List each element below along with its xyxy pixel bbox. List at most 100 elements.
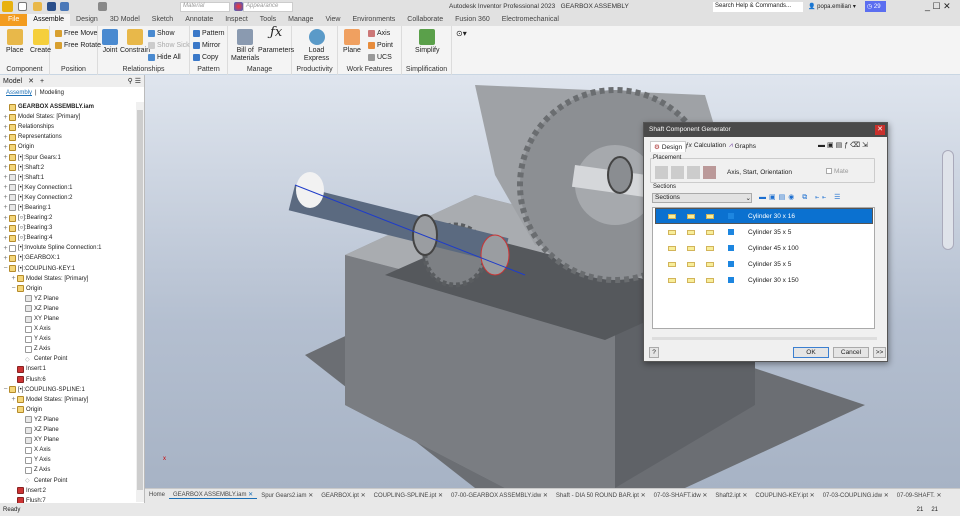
open-icon[interactable]	[33, 2, 42, 11]
browser-tree-item[interactable]: ◇ Center Point	[0, 475, 136, 485]
plane-button[interactable]: Plane	[343, 29, 361, 55]
tab-inspect[interactable]: Inspect	[219, 14, 254, 26]
expand-toggle[interactable]: +	[2, 215, 9, 222]
expand-toggle[interactable]: −	[2, 265, 9, 272]
expand-toggle[interactable]: −	[2, 386, 9, 393]
browser-tree-item[interactable]: − [•]:COUPLING-KEY:1	[0, 264, 136, 274]
browser-tree-item[interactable]: − [•]:COUPLING-SPLINE:1	[0, 385, 136, 395]
document-tab[interactable]: COUPLING-SPLINE.ipt ✕	[370, 492, 447, 499]
mirror-button[interactable]: Mirror	[193, 42, 220, 49]
section-feature-icon[interactable]	[687, 277, 695, 283]
section-feature-icon[interactable]	[706, 261, 714, 267]
save-icon[interactable]	[47, 2, 56, 11]
browser-tree-item[interactable]: + Representations	[0, 132, 136, 142]
browser-tree-item[interactable]: Flush:6	[0, 375, 136, 385]
document-tab[interactable]: Spur Gears2.iam ✕	[257, 492, 317, 499]
user-menu[interactable]: 👤 popa.emilian ▾	[808, 3, 856, 10]
section-feature-icon[interactable]	[728, 261, 734, 267]
browser-tree-item[interactable]: + [•]:Key Connection:2	[0, 193, 136, 203]
browser-tree-item[interactable]: + [•]:Shaft:1	[0, 173, 136, 183]
browser-tree-item[interactable]: XZ Plane	[0, 304, 136, 314]
tab-electromechanical[interactable]: Electromechanical	[496, 14, 565, 26]
dialog-toolbar-icons[interactable]: ▬▣▤ƒ⌫⇲	[818, 141, 870, 149]
joint-button[interactable]: Joint	[102, 29, 118, 55]
section-feature-icon[interactable]	[687, 245, 695, 251]
document-tab[interactable]: GEARBOX.ipt ✕	[317, 492, 369, 499]
expand-toggle[interactable]: +	[2, 174, 9, 181]
section-row[interactable]: Cylinder 30 x 150	[656, 273, 872, 287]
expand-toggle[interactable]: −	[10, 285, 17, 292]
browser-scrollbar[interactable]	[136, 102, 144, 502]
expand-toggle[interactable]: +	[2, 184, 9, 191]
expand-toggle[interactable]: +	[2, 194, 9, 201]
browser-tree-item[interactable]: + Model States: [Primary]	[0, 274, 136, 284]
section-feature-icon[interactable]	[728, 277, 734, 283]
place-button[interactable]: Place	[6, 29, 24, 55]
tab-3d-model[interactable]: 3D Model	[104, 14, 146, 26]
expand-toggle[interactable]: +	[10, 275, 17, 282]
pattern-button[interactable]: Pattern	[193, 30, 225, 37]
tab-view[interactable]: View	[319, 14, 346, 26]
section-row[interactable]: Cylinder 35 x 5	[656, 257, 872, 271]
parameters-button[interactable]: ƒx Parameters	[258, 26, 294, 55]
mate-checkbox[interactable]: Mate	[826, 168, 848, 175]
document-tab[interactable]: GEARBOX ASSEMBLY.iam ✕	[169, 491, 258, 499]
section-row[interactable]: Cylinder 45 x 100	[656, 241, 872, 255]
browser-tree-item[interactable]: Z Axis	[0, 465, 136, 475]
document-tab[interactable]: Home	[145, 492, 169, 498]
home-icon[interactable]	[98, 2, 107, 11]
more-button[interactable]: >>	[873, 347, 886, 358]
window-controls[interactable]: _ ☐ ✕	[925, 1, 951, 12]
panel-options-icon[interactable]: ⊙▾	[456, 29, 467, 38]
tab-collaborate[interactable]: Collaborate	[401, 14, 449, 26]
cancel-button[interactable]: Cancel	[833, 347, 869, 358]
section-feature-icon[interactable]	[668, 261, 676, 267]
browser-tree-item[interactable]: + Origin	[0, 142, 136, 152]
browser-tree-item[interactable]: XZ Plane	[0, 425, 136, 435]
axis-button[interactable]: Axis	[368, 30, 390, 37]
section-feature-icon[interactable]	[687, 229, 695, 235]
browser-tree-item[interactable]: + Model States: [Primary]	[0, 395, 136, 405]
browser-tree-item[interactable]: + Relationships	[0, 122, 136, 132]
tab-fusion-360[interactable]: Fusion 360	[449, 14, 496, 26]
tab-manage[interactable]: Manage	[282, 14, 319, 26]
document-tab[interactable]: Shaft - DIA 50 ROUND BAR.ipt ✕	[552, 492, 650, 499]
browser-tree-item[interactable]: XY Plane	[0, 314, 136, 324]
browser-tree-item[interactable]: YZ Plane	[0, 294, 136, 304]
load-express-button[interactable]: Load Express	[296, 29, 337, 63]
new-icon[interactable]	[18, 2, 27, 11]
browser-tree-item[interactable]: − Origin	[0, 405, 136, 415]
tab-file[interactable]: File	[0, 14, 28, 26]
expand-toggle[interactable]: +	[2, 245, 9, 252]
show-button[interactable]: Show	[148, 30, 175, 37]
browser-tree-item[interactable]: + [•]:Shaft:2	[0, 163, 136, 173]
assembly-tab[interactable]: Assembly	[6, 90, 32, 96]
navigation-bar[interactable]	[942, 150, 954, 250]
section-row[interactable]: Cylinder 35 x 5	[656, 225, 872, 239]
tab-environments[interactable]: Environments	[346, 14, 401, 26]
browser-tree-item[interactable]: Z Axis	[0, 344, 136, 354]
tab-design[interactable]: ⚙ Design	[650, 141, 687, 152]
browser-tree-item[interactable]: − Origin	[0, 284, 136, 294]
appearance-select[interactable]: Appearance	[243, 2, 293, 12]
tab-sketch[interactable]: Sketch	[146, 14, 179, 26]
undo-icon[interactable]	[60, 2, 69, 11]
tab-design[interactable]: Design	[70, 14, 104, 26]
sections-select[interactable]: Sections ⌄	[652, 193, 752, 203]
expand-toggle[interactable]: +	[2, 255, 9, 262]
document-tab[interactable]: COUPLING-KEY.ipt ✕	[751, 492, 818, 499]
simplify-button[interactable]: Simplify	[415, 29, 440, 55]
expand-toggle[interactable]: +	[2, 204, 9, 211]
section-feature-icon[interactable]	[728, 213, 734, 219]
browser-tree-item[interactable]: YZ Plane	[0, 415, 136, 425]
ucs-button[interactable]: UCS	[368, 54, 392, 61]
browser-tree-item[interactable]: + [•]:Spur Gears:1	[0, 152, 136, 162]
expand-toggle[interactable]: +	[2, 154, 9, 161]
tab-calculation[interactable]: ƒx Calculation	[682, 141, 729, 150]
trial-timer-badge[interactable]: ◷ 29	[865, 1, 886, 12]
expand-toggle[interactable]: +	[2, 164, 9, 171]
section-feature-icon[interactable]	[668, 229, 676, 235]
section-feature-icon[interactable]	[668, 213, 676, 219]
expand-toggle[interactable]: −	[10, 406, 17, 413]
section-feature-icon[interactable]	[687, 213, 695, 219]
